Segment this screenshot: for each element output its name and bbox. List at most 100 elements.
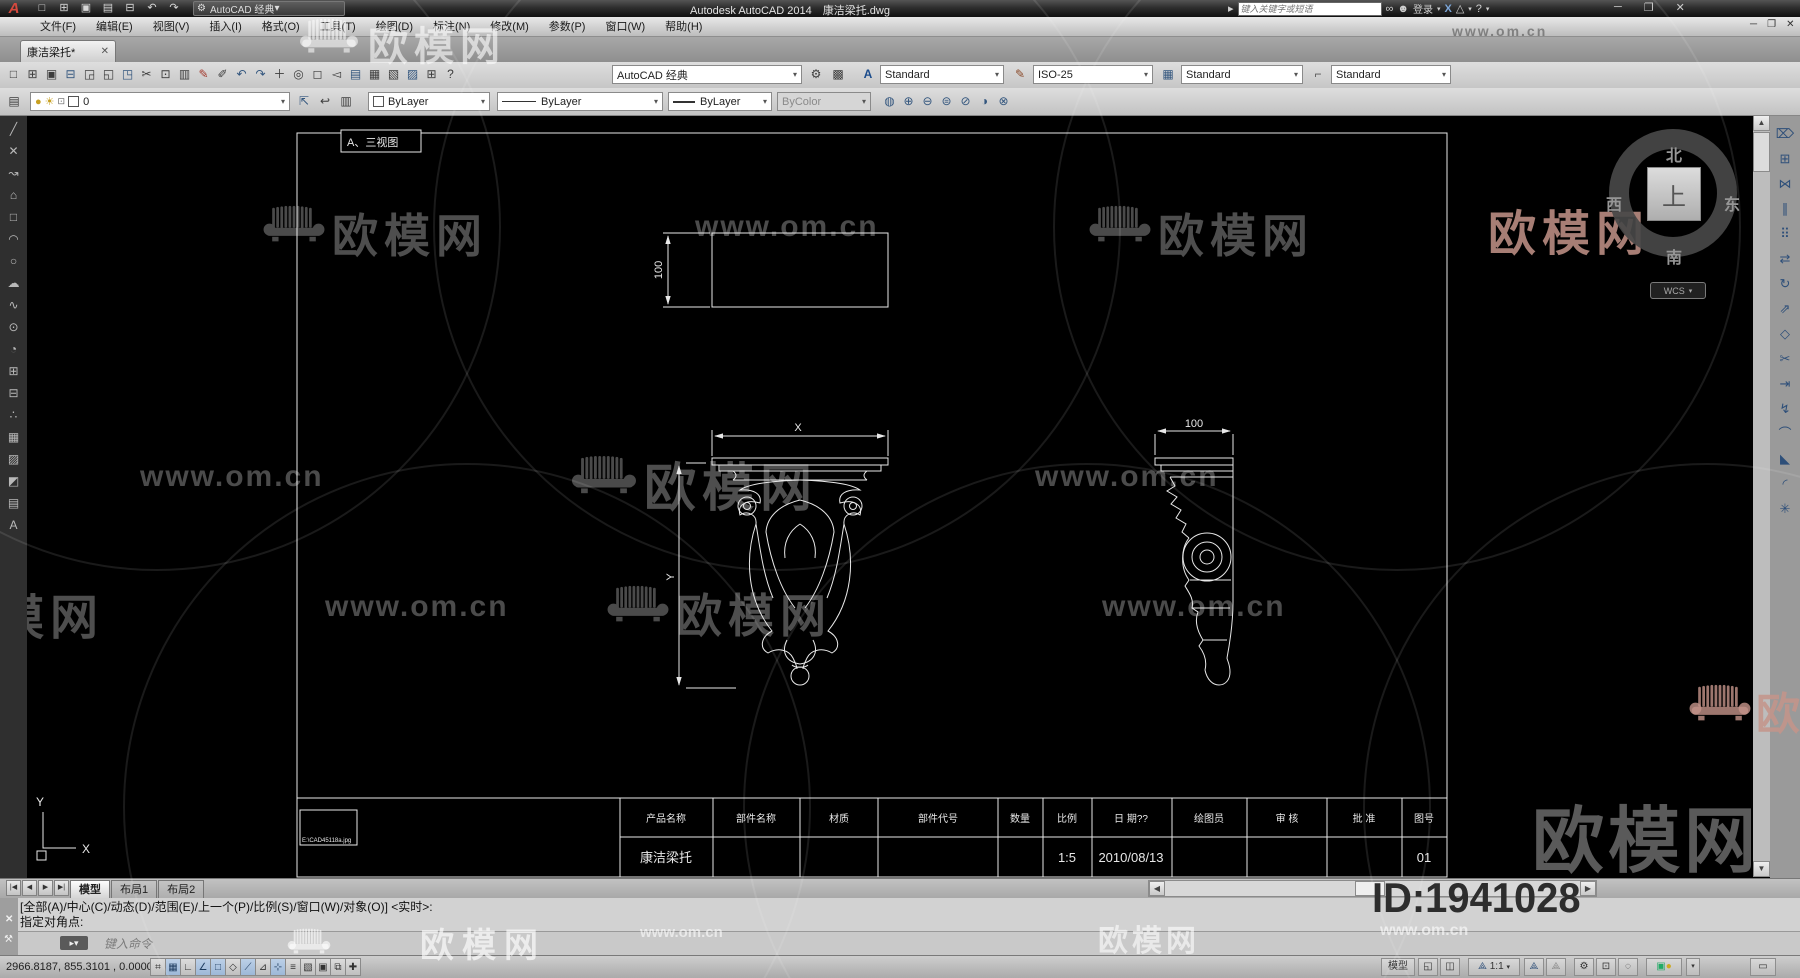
command-wrench-icon[interactable]: ⚒: [4, 934, 13, 945]
doc-minimize-button[interactable]: ─: [1750, 19, 1757, 30]
revcloud-icon[interactable]: ☁: [0, 272, 27, 294]
scale-icon[interactable]: ⇗: [1770, 296, 1800, 321]
copy-object-icon[interactable]: ⊞: [1770, 146, 1800, 171]
command-close-icon[interactable]: ✕: [5, 914, 13, 925]
chamfer-icon[interactable]: ◣: [1770, 446, 1800, 471]
workspace-save-icon[interactable]: ▩: [828, 65, 848, 84]
lineweight-combo[interactable]: ByLayer▾: [668, 92, 772, 111]
menu-format[interactable]: 格式(O): [252, 17, 310, 37]
search-icon[interactable]: ∞: [1386, 3, 1394, 15]
explode-icon[interactable]: ✳: [1770, 496, 1800, 521]
arc-icon[interactable]: ◠: [0, 228, 27, 250]
offset-icon[interactable]: ∥: [1770, 196, 1800, 221]
rectangle-icon[interactable]: □: [0, 206, 27, 228]
region-icon[interactable]: ◩: [0, 470, 27, 492]
menu-help[interactable]: 帮助(H): [655, 17, 712, 37]
status-toggle[interactable]: ▣: [315, 958, 331, 976]
restore-button[interactable]: ❐: [1644, 1, 1654, 14]
workspace-combo[interactable]: AutoCAD 经典▾: [612, 65, 802, 84]
tab-nav-last[interactable]: ▶|: [54, 880, 69, 896]
scroll-down-button[interactable]: ▼: [1753, 861, 1770, 877]
dim-style-combo[interactable]: ISO-25▾: [1033, 65, 1153, 84]
mtext-icon[interactable]: A: [0, 514, 27, 536]
sign-in-link[interactable]: 登录: [1413, 1, 1433, 16]
menu-view[interactable]: 视图(V): [143, 17, 200, 37]
menu-tools[interactable]: 工具(T): [310, 17, 366, 37]
qat-saveas-icon[interactable]: ▤: [100, 1, 116, 16]
layer-manager-icon[interactable]: ▤: [4, 92, 24, 111]
color-combo[interactable]: ByLayer▾: [368, 92, 490, 111]
layer-previous-icon[interactable]: ↩: [315, 92, 335, 111]
menu-window[interactable]: 窗口(W): [595, 17, 655, 37]
status-toggle[interactable]: ◇: [225, 958, 241, 976]
rotate-icon[interactable]: ↻: [1770, 271, 1800, 296]
trim-icon[interactable]: ✂: [1770, 346, 1800, 371]
unisolate-icon[interactable]: ⊖: [918, 92, 937, 111]
stretch-icon[interactable]: ◇: [1770, 321, 1800, 346]
autoscale-icon[interactable]: ⟁: [1546, 958, 1566, 976]
status-toggle[interactable]: ✚: [345, 958, 361, 976]
caret-icon[interactable]: ▾: [1468, 5, 1472, 13]
array-icon[interactable]: ⠿: [1770, 221, 1800, 246]
quick-view-drawings-icon[interactable]: ◫: [1440, 958, 1460, 976]
viewcube-south[interactable]: 南: [1666, 244, 1682, 268]
linetype-combo[interactable]: ByLayer▾: [497, 92, 663, 111]
layout-tab[interactable]: 模型: [70, 880, 110, 899]
autocad-logo-icon[interactable]: A: [2, 0, 26, 17]
command-input-row[interactable]: ▸▾ 键入命令: [18, 931, 1800, 955]
viewport-freeze-icon[interactable]: ◍: [880, 92, 899, 111]
workspace-switcher[interactable]: ⚙ AutoCAD 经典 ▾: [193, 1, 345, 16]
viewcube-wcs-menu[interactable]: WCS▾: [1650, 282, 1706, 299]
qat-new-icon[interactable]: □: [34, 1, 50, 16]
qat-plot-icon[interactable]: ⊟: [122, 1, 138, 16]
make-layer-current-icon[interactable]: ⇱: [294, 92, 314, 111]
ellipse-arc-icon[interactable]: ◔: [0, 338, 27, 360]
command-input-placeholder[interactable]: 键入命令: [104, 935, 152, 952]
annotation-scale-button[interactable]: ⟁ 1:1 ▾: [1468, 958, 1520, 976]
layout-tab[interactable]: 布局2: [158, 880, 204, 899]
scroll-right-button[interactable]: ▶: [1580, 881, 1596, 896]
workspace-settings-icon[interactable]: ⚙: [806, 65, 826, 84]
viewcube-east[interactable]: 东: [1724, 191, 1740, 215]
communication-center-icon[interactable]: △: [1456, 2, 1464, 15]
off-icon[interactable]: ⊘: [956, 92, 975, 111]
join-icon[interactable]: ⌒: [1770, 421, 1800, 446]
viewcube-west[interactable]: 西: [1606, 191, 1622, 215]
break-icon[interactable]: ↯: [1770, 396, 1800, 421]
help-icon[interactable]: ?: [1476, 3, 1482, 15]
clean-screen-button[interactable]: ▭: [1750, 958, 1776, 976]
viewcube-top-face[interactable]: 上: [1647, 167, 1701, 221]
menu-parametric[interactable]: 参数(P): [539, 17, 596, 37]
scroll-left-button[interactable]: ◀: [1149, 881, 1165, 896]
lock-ui-icon[interactable]: ⊡: [1596, 958, 1616, 976]
status-toggle[interactable]: ∠: [195, 958, 211, 976]
qat-save-icon[interactable]: ▣: [78, 1, 94, 16]
user-icon[interactable]: ☻: [1397, 3, 1409, 15]
document-tab[interactable]: 康洁梁托* ✕: [20, 40, 116, 62]
tab-nav-prev[interactable]: ◀: [22, 880, 37, 896]
hatch-icon[interactable]: ▦: [0, 426, 27, 448]
close-button[interactable]: ✕: [1676, 1, 1685, 14]
hardware-accel-icon[interactable]: ◌: [1618, 958, 1638, 976]
caret-icon[interactable]: ▾: [1437, 5, 1441, 13]
menu-draw[interactable]: 绘图(D): [366, 17, 423, 37]
fillet-icon[interactable]: ◜: [1770, 471, 1800, 496]
menu-insert[interactable]: 插入(I): [199, 17, 251, 37]
scrollbar-thumb[interactable]: [1753, 132, 1770, 172]
tab-nav-next[interactable]: ▶: [38, 880, 53, 896]
menu-modify[interactable]: 修改(M): [480, 17, 539, 37]
make-block-icon[interactable]: ⊟: [0, 382, 27, 404]
circle-icon[interactable]: ○: [0, 250, 27, 272]
status-toggle[interactable]: ⌗: [150, 958, 166, 976]
trusted-autodesk-icons[interactable]: ▣●: [1646, 958, 1682, 976]
status-toggle[interactable]: ⊹: [270, 958, 286, 976]
status-menu-caret[interactable]: ▾: [1686, 958, 1700, 976]
qat-undo-icon[interactable]: ↶: [144, 1, 160, 16]
delete-layer-icon[interactable]: ⊗: [994, 92, 1013, 111]
tab-nav-first[interactable]: |◀: [6, 880, 21, 896]
menu-edit[interactable]: 编辑(E): [86, 17, 143, 37]
table-style-combo[interactable]: Standard▾: [1181, 65, 1303, 84]
caret-icon[interactable]: ▾: [1486, 5, 1490, 13]
doc-restore-button[interactable]: ❐: [1767, 19, 1776, 30]
extend-icon[interactable]: ⇥: [1770, 371, 1800, 396]
